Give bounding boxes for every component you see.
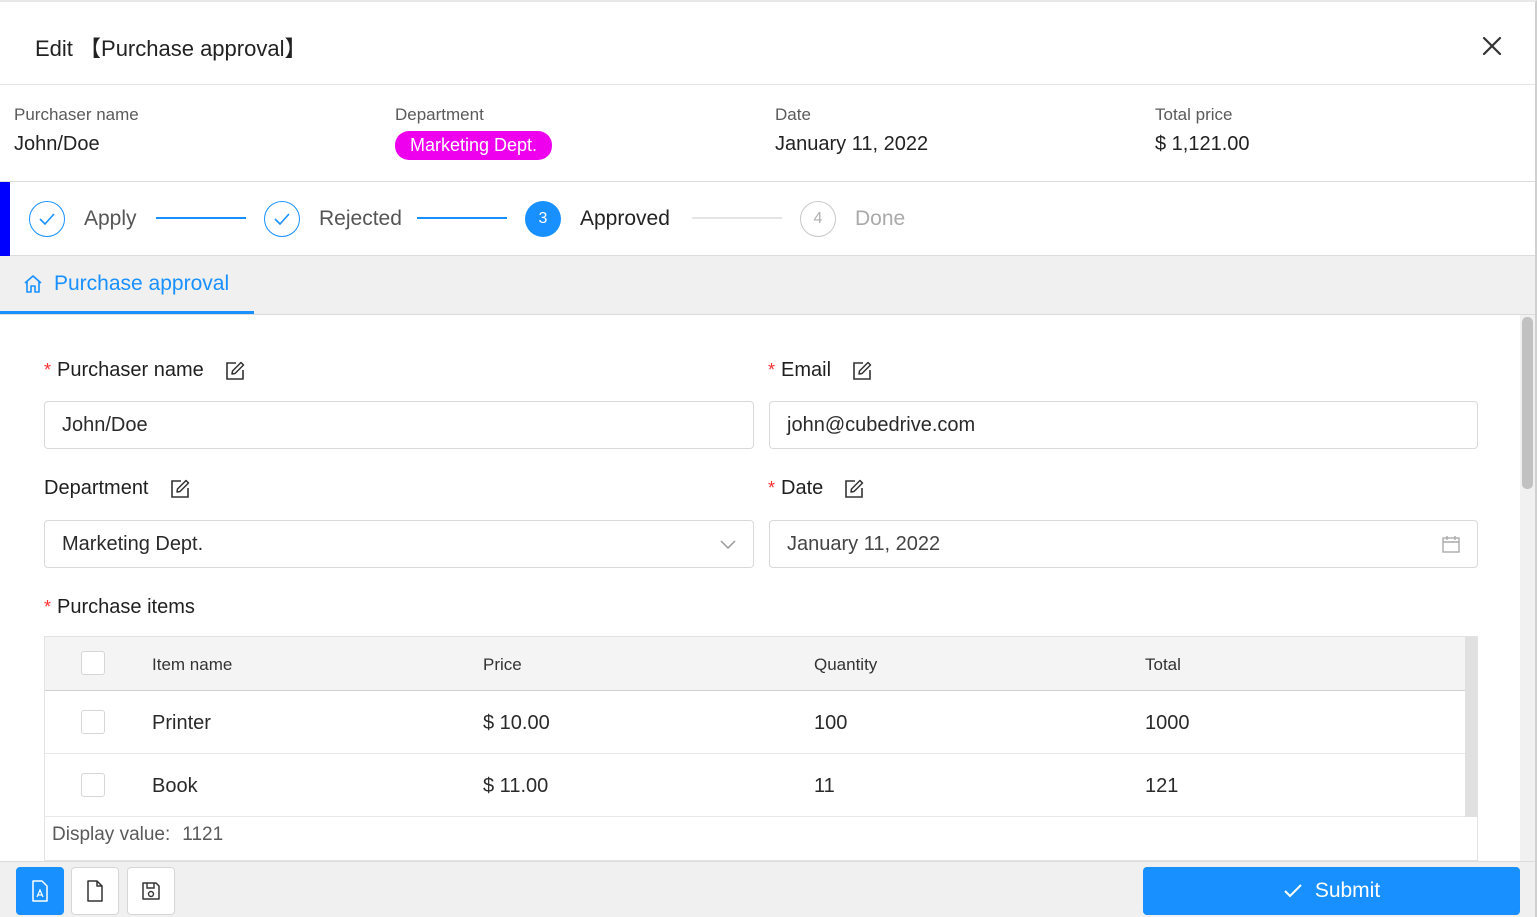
dialog-title: Edit 【Purchase approval】 [35,36,307,61]
cell-quantity[interactable]: 100 [814,712,847,735]
required-mark: * [768,478,776,498]
table-row[interactable]: Book $ 11.00 11 121 [45,754,1477,817]
scrollbar-thumb[interactable] [1522,317,1533,489]
display-value-label: Display value: [52,824,171,845]
document-icon [87,880,103,902]
cell-price[interactable]: $ 10.00 [483,712,550,735]
home-icon [24,274,42,293]
step-3-label: Approved [580,207,670,230]
tab-purchase-approval[interactable]: Purchase approval [0,256,254,314]
column-header-item-name[interactable]: Item name [152,655,232,675]
vertical-scrollbar[interactable] [1520,315,1535,861]
step-4-number: 4 [800,201,836,237]
summary-bar: Purchaser name John/Doe Department Marke… [0,85,1535,182]
summary-date: Date January 11, 2022 [775,105,928,156]
progress-steps: Apply Rejected 3 Approved 4 Done [0,182,1535,256]
save-draft-button[interactable] [127,867,175,915]
column-header-price[interactable]: Price [483,655,522,675]
cell-item-name[interactable]: Book [152,775,198,798]
edit-icon[interactable] [224,360,246,382]
step-3-number: 3 [525,201,561,237]
select-all-checkbox[interactable] [81,651,105,675]
row-checkbox[interactable] [81,773,105,797]
purchaser-name-label: * Purchaser name [44,359,246,382]
table-header: Item name Price Quantity Total [45,637,1477,691]
edit-dialog: Edit 【Purchase approval】 Purchaser name … [0,0,1537,917]
check-icon [1284,884,1302,898]
edit-icon[interactable] [169,478,191,500]
pdf-icon [32,880,48,902]
department-select-value: Marketing Dept. [62,532,204,555]
tab-bar: Purchase approval [0,256,1535,315]
close-icon[interactable] [1478,32,1506,60]
required-mark: * [44,597,52,617]
summary-department-label: Department [395,105,484,124]
summary-total-label: Total price [1155,105,1233,124]
cell-quantity[interactable]: 11 [814,775,835,798]
document-button[interactable] [71,867,119,915]
step-connector [156,217,246,219]
submit-button[interactable]: Submit [1143,867,1520,915]
department-select[interactable]: Marketing Dept. [44,520,754,568]
table-row[interactable]: Printer $ 10.00 100 1000 [45,691,1477,754]
cell-total[interactable]: 1000 [1145,712,1190,735]
row-checkbox[interactable] [81,710,105,734]
department-label-text: Department [44,477,149,499]
step-1-label: Apply [84,207,137,230]
required-mark: * [768,360,776,380]
step-connector [692,217,782,219]
edit-icon[interactable] [843,478,865,500]
column-header-total[interactable]: Total [1145,655,1181,675]
summary-purchaser-value: John/Doe [14,133,100,155]
steps-accent-bar [0,182,10,256]
purchase-form: * Purchaser name John/Doe * Email john@c… [0,315,1520,861]
step-2-check-icon [264,201,300,237]
purchase-items-table: Item name Price Quantity Total Printer $… [44,636,1478,861]
table-scrollbar[interactable] [1465,637,1477,817]
required-mark: * [44,360,52,380]
summary-department: Department Marketing Dept. [395,105,553,160]
date-picker[interactable]: January 11, 2022 [769,520,1478,568]
summary-date-value: January 11, 2022 [775,133,929,155]
summary-date-label: Date [775,105,811,124]
step-1-check-icon [29,201,65,237]
export-pdf-button[interactable] [16,867,64,915]
cell-item-name[interactable]: Printer [152,712,211,735]
display-value: 1121 [182,824,224,845]
department-label: Department [44,477,191,500]
display-value-row: Display value: 1121 [45,817,1477,853]
date-label: * Date [768,477,865,500]
submit-label: Submit [1314,879,1381,902]
summary-purchaser: Purchaser name John/Doe [14,105,139,156]
summary-purchaser-label: Purchaser name [14,105,139,124]
dialog-footer: Submit [0,861,1535,917]
cell-total[interactable]: 121 [1145,775,1178,798]
summary-total: Total price $ 1,121.00 [1155,105,1250,156]
cell-price[interactable]: $ 11.00 [483,775,548,798]
email-input[interactable]: john@cubedrive.com [769,401,1478,449]
calendar-icon[interactable] [1441,534,1461,554]
column-header-quantity[interactable]: Quantity [814,655,877,675]
edit-icon[interactable] [851,360,873,382]
dialog-header: Edit 【Purchase approval】 [0,2,1535,85]
tab-label: Purchase approval [54,271,230,295]
chevron-down-icon [720,540,736,550]
email-label-text: Email [781,359,832,381]
summary-total-value: $ 1,121.00 [1155,133,1250,155]
purchaser-name-input[interactable]: John/Doe [44,401,754,449]
step-4-label: Done [855,207,906,230]
save-icon [142,882,160,900]
purchase-items-label: * Purchase items [44,596,195,619]
date-picker-value: January 11, 2022 [787,532,941,555]
step-connector [417,217,507,219]
step-2-label: Rejected [319,207,402,230]
department-tag: Marketing Dept. [395,131,553,160]
purchaser-name-label-text: Purchaser name [57,359,204,381]
purchase-items-label-text: Purchase items [57,596,195,618]
email-label: * Email [768,359,873,382]
date-label-text: Date [781,477,824,499]
